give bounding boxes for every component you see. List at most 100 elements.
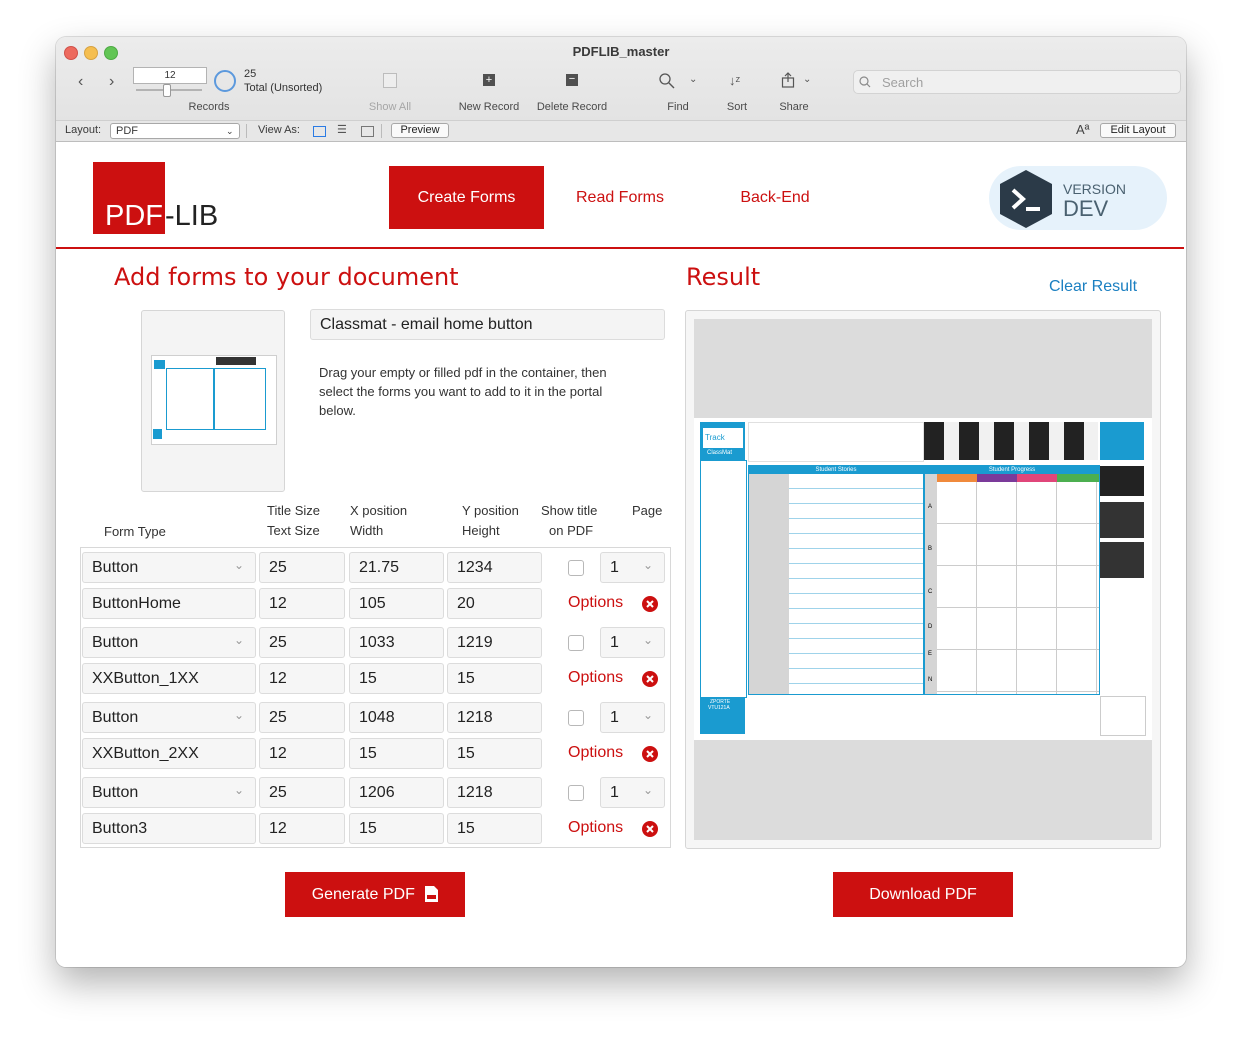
options-link[interactable]: Options xyxy=(568,744,623,762)
find-button[interactable]: Find xyxy=(653,101,703,113)
x-position-input[interactable]: 1033 xyxy=(349,627,444,658)
tab-read-forms[interactable]: Read Forms xyxy=(545,166,695,229)
pdf-drop-container[interactable] xyxy=(141,310,285,492)
new-record-button[interactable]: New Record xyxy=(449,101,529,113)
x-position-input[interactable]: 21.75 xyxy=(349,552,444,583)
chevron-down-icon: ⌄ xyxy=(234,783,245,797)
preview-button[interactable]: Preview xyxy=(391,123,449,138)
version-value: DEV xyxy=(1063,196,1109,221)
table-view-icon[interactable] xyxy=(361,126,374,137)
found-count: 25 xyxy=(244,68,257,80)
x-position-input[interactable]: 1206 xyxy=(349,777,444,808)
tab-back-end[interactable]: Back-End xyxy=(700,166,850,229)
page-select[interactable]: 1 xyxy=(600,552,665,583)
document-name-field[interactable]: Classmat - email home button xyxy=(310,309,665,340)
sort-button[interactable]: Sort xyxy=(712,101,762,113)
tab-create-forms[interactable]: Create Forms xyxy=(389,166,544,229)
form-type-select[interactable]: Button xyxy=(82,702,256,733)
share-button[interactable]: Share xyxy=(769,101,819,113)
previous-record-icon[interactable]: ‹ xyxy=(78,73,83,91)
pdf-thumbnail xyxy=(151,355,277,445)
delete-row-button[interactable] xyxy=(642,671,658,687)
delete-row-button[interactable] xyxy=(642,821,658,837)
generate-pdf-button[interactable]: Generate PDF xyxy=(285,872,465,917)
col-x-position: X position xyxy=(350,503,408,518)
progress-color-orange xyxy=(937,474,977,482)
y-position-input[interactable]: 1218 xyxy=(447,702,542,733)
form-type-select[interactable]: Button xyxy=(82,777,256,808)
y-position-input[interactable]: 1219 xyxy=(447,627,542,658)
page-select[interactable]: 1 xyxy=(600,702,665,733)
text-size-input[interactable]: 12 xyxy=(259,813,345,844)
text-size-input[interactable]: 12 xyxy=(259,663,345,694)
search-field[interactable]: Search xyxy=(853,70,1181,94)
text-size-input[interactable]: 12 xyxy=(259,588,345,619)
form-name-input[interactable]: ButtonHome xyxy=(82,588,256,619)
width-input[interactable]: 105 xyxy=(349,588,444,619)
edit-layout-button[interactable]: Edit Layout xyxy=(1100,123,1176,138)
show-all-button[interactable]: Show All xyxy=(355,101,425,113)
record-number-input[interactable]: 12 xyxy=(133,67,207,84)
delete-row-button[interactable] xyxy=(642,596,658,612)
next-record-icon[interactable]: › xyxy=(109,73,114,91)
title-size-input[interactable]: 25 xyxy=(259,552,345,583)
form-view-icon[interactable] xyxy=(313,126,326,137)
y-position-input[interactable]: 1234 xyxy=(447,552,542,583)
progress-grid xyxy=(937,482,1099,694)
title-size-input[interactable]: 25 xyxy=(259,627,345,658)
show-title-checkbox[interactable] xyxy=(568,635,584,651)
height-input[interactable]: 15 xyxy=(447,738,542,769)
grade-d: D xyxy=(928,624,933,630)
delete-row-button[interactable] xyxy=(642,746,658,762)
text-size-icon[interactable]: Aª xyxy=(1076,122,1089,137)
title-size-input[interactable]: 25 xyxy=(259,777,345,808)
col-y-position: Y position xyxy=(462,503,519,518)
result-container: Track ClassMat Student Stories Student P… xyxy=(685,310,1161,849)
delete-record-button[interactable]: Delete Record xyxy=(529,101,615,113)
form-type-select[interactable]: Button xyxy=(82,552,256,583)
x-position-input[interactable]: 1048 xyxy=(349,702,444,733)
form-name-input[interactable]: Button3 xyxy=(82,813,256,844)
options-link[interactable]: Options xyxy=(568,669,623,687)
height-input[interactable]: 15 xyxy=(447,663,542,694)
share-menu-chevron-icon[interactable]: ⌄ xyxy=(803,74,811,85)
show-title-checkbox[interactable] xyxy=(568,560,584,576)
form-name-input[interactable]: XXButton_2XX xyxy=(82,738,256,769)
layout-bar: Layout: PDF ⌄ View As: ☰ Preview Aª Edit… xyxy=(56,121,1186,142)
form-name-input[interactable]: XXButton_1XX xyxy=(82,663,256,694)
find-menu-chevron-icon[interactable]: ⌄ xyxy=(689,74,697,85)
col-title-size: Title Size xyxy=(267,503,320,518)
find-icon xyxy=(659,73,675,89)
show-title-checkbox[interactable] xyxy=(568,710,584,726)
width-input[interactable]: 15 xyxy=(349,663,444,694)
text-size-input[interactable]: 12 xyxy=(259,738,345,769)
col-height: Height xyxy=(462,523,500,538)
chevron-down-icon: ⌄ xyxy=(643,783,654,797)
list-view-icon[interactable]: ☰ xyxy=(337,125,347,136)
legend-box xyxy=(1100,696,1146,736)
col-on-pdf: on PDF xyxy=(549,523,594,538)
thumb-footer xyxy=(153,429,162,439)
record-slider-thumb[interactable] xyxy=(163,84,171,97)
header-divider xyxy=(56,247,1184,249)
search-icon xyxy=(859,76,871,88)
height-input[interactable]: 15 xyxy=(447,813,542,844)
progress-color-purple xyxy=(977,474,1017,482)
height-input[interactable]: 20 xyxy=(447,588,542,619)
y-position-input[interactable]: 1218 xyxy=(447,777,542,808)
clear-result-link[interactable]: Clear Result xyxy=(1049,278,1137,296)
download-pdf-button[interactable]: Download PDF xyxy=(833,872,1013,917)
title-size-input[interactable]: 25 xyxy=(259,702,345,733)
form-type-select[interactable]: Button xyxy=(82,627,256,658)
width-input[interactable]: 15 xyxy=(349,738,444,769)
record-slider[interactable] xyxy=(136,84,202,97)
show-title-checkbox[interactable] xyxy=(568,785,584,801)
layout-select[interactable]: PDF ⌄ xyxy=(110,123,240,139)
options-link[interactable]: Options xyxy=(568,819,623,837)
grade-column: A B C D E N xyxy=(925,474,937,694)
chevron-down-icon: ⌄ xyxy=(234,708,245,722)
options-link[interactable]: Options xyxy=(568,594,623,612)
page-select[interactable]: 1 xyxy=(600,627,665,658)
width-input[interactable]: 15 xyxy=(349,813,444,844)
page-select[interactable]: 1 xyxy=(600,777,665,808)
